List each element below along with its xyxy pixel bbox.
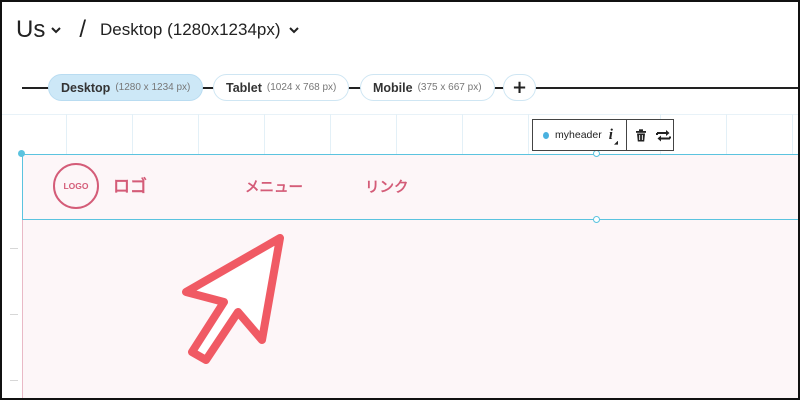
page-selector[interactable]: Desktop (1280x1234px) [100,20,281,40]
breakpoint-desktop[interactable]: Desktop (1280 x 1234 px) [48,74,204,101]
grid-column [330,114,331,154]
element-toolbar: myheader i [532,119,674,151]
grid-column [396,114,397,154]
breadcrumb-separator: / [79,16,87,43]
breakpoint-mobile[interactable]: Mobile (375 x 667 px) [360,74,495,101]
add-breakpoint-button[interactable]: + [503,74,536,101]
swap-icon[interactable] [654,124,673,146]
grid-column [528,114,529,154]
grid-column [132,114,133,154]
ruler-tick [10,248,18,249]
grid-column [462,114,463,154]
page-body-section[interactable] [22,220,798,398]
grid-column [792,114,793,154]
chevron-down-icon[interactable] [49,23,63,37]
breadcrumb: Us / Desktop (1280x1234px) [16,14,301,46]
editor-window: Us / Desktop (1280x1234px) Desktop (1280… [0,0,800,400]
ruler-tick [10,380,18,381]
site-name[interactable]: Us [16,16,45,44]
breakpoint-dims: (1280 x 1234 px) [115,82,191,93]
pointer-arrow-icon [182,234,284,364]
link-text[interactable]: リンク [365,176,409,197]
breakpoint-dims: (375 x 667 px) [417,82,482,93]
breakpoint-name: Tablet [226,80,262,95]
resize-handle[interactable] [593,216,600,223]
resize-handle[interactable] [18,150,25,157]
chevron-down-icon[interactable] [287,23,301,37]
logo-text[interactable]: ロゴ [113,172,147,197]
breakpoint-name: Desktop [61,80,111,95]
logo-badge[interactable]: LOGO [53,163,99,209]
breakpoint-tablet[interactable]: Tablet (1024 x 768 px) [213,74,350,101]
grid-column [726,114,727,154]
breakpoint-dims: (1024 x 768 px) [266,82,337,93]
trash-icon[interactable] [631,124,650,146]
grid-column [198,114,199,154]
grid-column [66,114,67,154]
grid-line [2,114,798,115]
toolbar-divider [626,119,628,151]
element-status-dot [543,131,550,139]
info-icon[interactable]: i [609,127,613,144]
breakpoint-name: Mobile [373,80,413,95]
resize-handle[interactable] [593,150,600,157]
grid-column [264,114,265,154]
menu-text[interactable]: メニュー [245,176,303,197]
ruler-tick [10,314,18,315]
element-name-label[interactable]: myheader [555,129,602,141]
header-element[interactable]: LOGO ロゴ メニュー リンク [22,154,798,220]
dropdown-corner-icon [613,139,619,145]
